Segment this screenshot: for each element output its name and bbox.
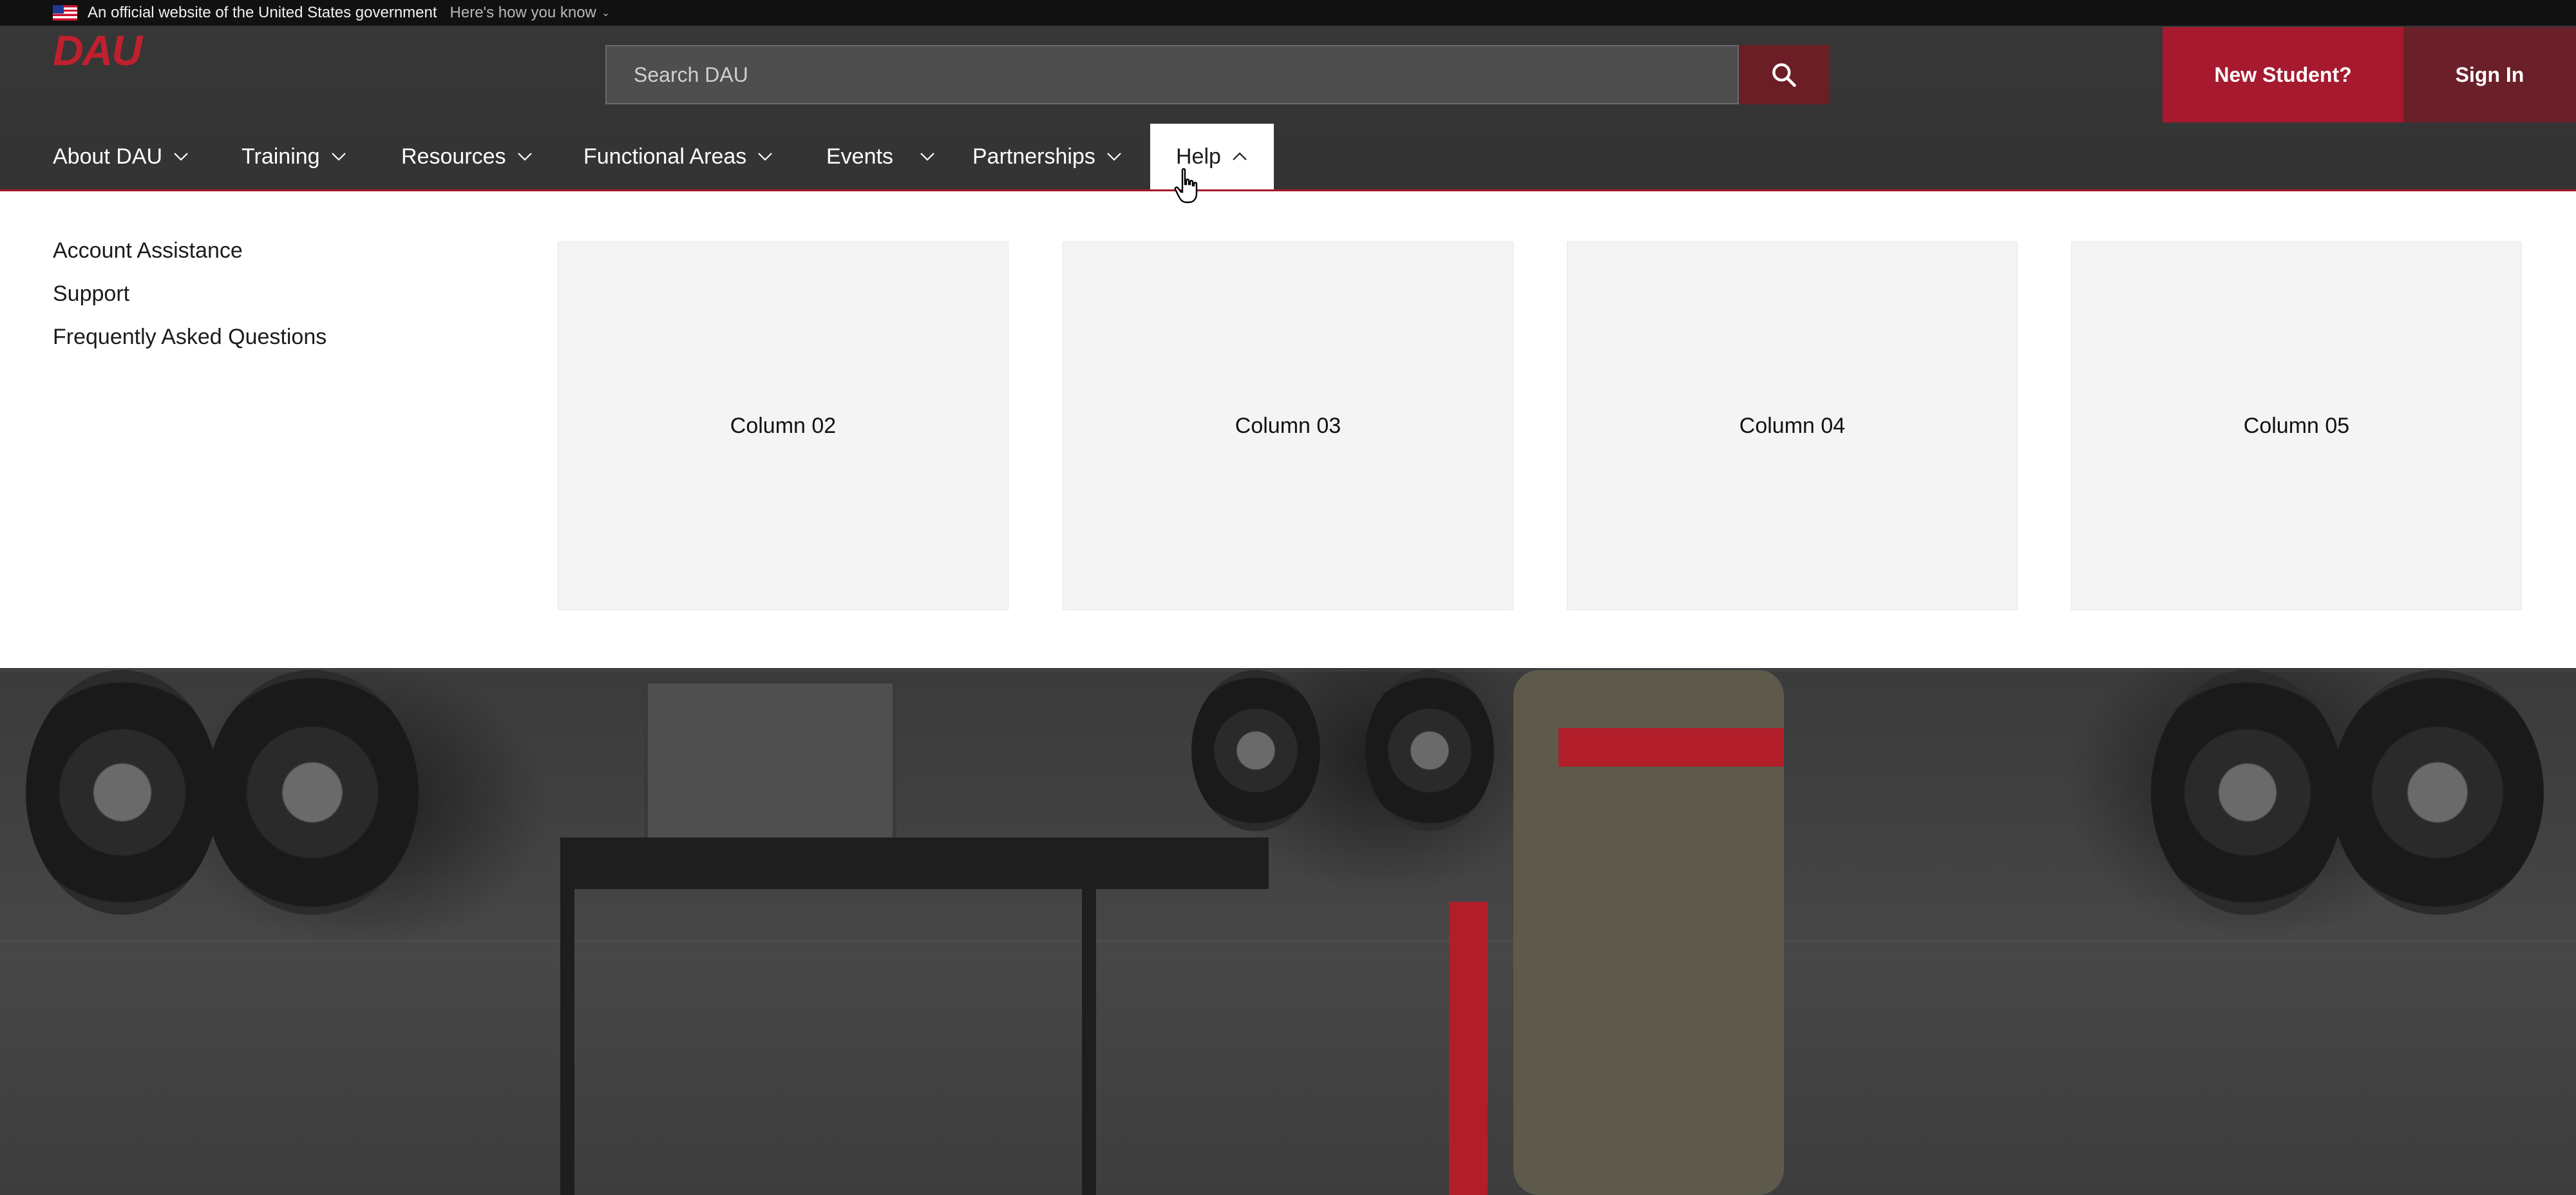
nav-item-label: Events <box>826 144 893 169</box>
aircraft-wheel <box>1191 670 1320 831</box>
column-label: Column 02 <box>730 413 837 438</box>
help-mega-menu: Account Assistance Support Frequently As… <box>0 191 2576 668</box>
nav-item-label: About DAU <box>53 144 163 169</box>
maintenance-stand-leg <box>1082 889 1096 1195</box>
help-link-faq[interactable]: Frequently Asked Questions <box>53 323 327 352</box>
chevron-down-icon <box>330 151 347 162</box>
how-you-know-label: Here's how you know <box>450 4 596 21</box>
column-label: Column 05 <box>2243 413 2350 438</box>
nav-item-resources[interactable]: Resources <box>401 124 533 189</box>
gov-banner: An official website of the United States… <box>0 0 2576 26</box>
nav-item-label: Partnerships <box>972 144 1095 169</box>
menu-column-05: Column 05 <box>2071 242 2522 610</box>
nav-item-partnerships[interactable]: Partnerships <box>972 124 1122 189</box>
chevron-down-icon <box>1106 151 1122 162</box>
main-nav: About DAU Training Resources Functional … <box>0 124 2576 189</box>
red-strap <box>1449 902 1488 1195</box>
aircraft-wheel <box>26 670 219 915</box>
nav-item-about-dau[interactable]: About DAU <box>53 124 189 189</box>
maintenance-stand <box>560 837 1269 889</box>
help-link-account-assistance[interactable]: Account Assistance <box>53 236 327 265</box>
nav-item-label: Help <box>1176 144 1221 169</box>
menu-column-04: Column 04 <box>1567 242 2018 610</box>
search-input[interactable] <box>632 62 1665 88</box>
nav-item-label: Functional Areas <box>583 144 747 169</box>
us-flag-icon <box>53 5 77 21</box>
official-site-text: An official website of the United States… <box>88 4 437 21</box>
red-strap <box>1558 728 1784 767</box>
how-you-know-toggle[interactable]: Here's how you know ⌄ <box>450 4 611 22</box>
floor-line <box>0 670 2576 671</box>
column-label: Column 04 <box>1739 413 1846 438</box>
chevron-down-icon: ⌄ <box>601 8 611 19</box>
floor-line <box>0 941 2576 942</box>
maintenance-stand-leg <box>560 889 574 1195</box>
aircraft-wheel <box>2151 670 2344 915</box>
nav-item-events[interactable]: Events <box>826 124 936 189</box>
chevron-down-icon <box>516 151 533 162</box>
menu-column-02: Column 02 <box>558 242 1009 610</box>
chevron-down-icon <box>757 151 773 162</box>
help-link-support[interactable]: Support <box>53 280 327 309</box>
search-icon <box>1772 63 1796 87</box>
nav-item-training[interactable]: Training <box>242 124 347 189</box>
chevron-down-icon <box>919 151 936 162</box>
sign-in-button[interactable]: Sign In <box>2403 27 2576 122</box>
nav-item-label: Training <box>242 144 320 169</box>
search-button[interactable] <box>1739 45 1829 104</box>
help-links: Account Assistance Support Frequently As… <box>53 236 327 366</box>
chevron-up-icon <box>1231 151 1248 162</box>
aircraft-wheel <box>206 670 419 915</box>
nav-item-help[interactable]: Help <box>1150 124 1274 189</box>
nav-item-functional-areas[interactable]: Functional Areas <box>583 124 773 189</box>
nav-item-label: Resources <box>401 144 506 169</box>
new-student-button[interactable]: New Student? <box>2163 27 2403 122</box>
menu-column-03: Column 03 <box>1063 242 1513 610</box>
aircraft-wheel <box>1365 670 1494 831</box>
search-bar <box>605 45 1739 104</box>
chevron-down-icon <box>173 151 189 162</box>
column-label: Column 03 <box>1235 413 1341 438</box>
hand-pointer-icon <box>1174 168 1198 204</box>
aircraft-wheel <box>2331 670 2544 915</box>
dau-logo[interactable]: DAU <box>53 29 142 72</box>
